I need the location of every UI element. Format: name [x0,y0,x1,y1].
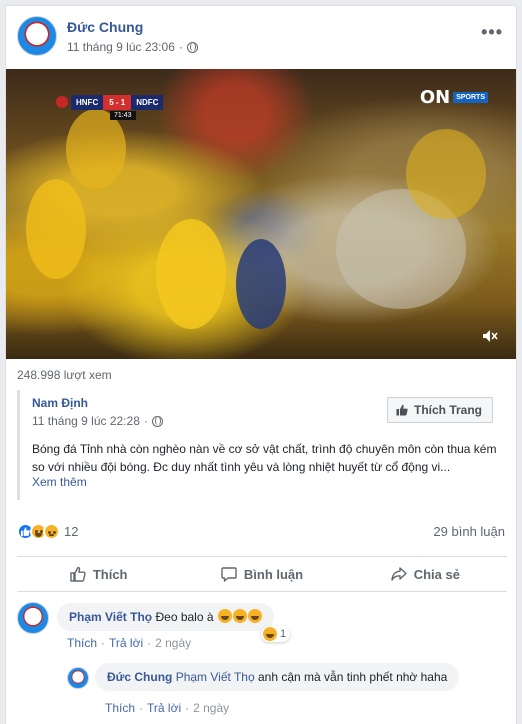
reply-bubble: Đức Chung Phạm Viết Thọ anh cận mà vẫn t… [95,663,460,691]
video-frame-figure [66,109,126,189]
like-button[interactable]: Thích [17,557,180,591]
home-team: HNFC [71,94,104,110]
video-frame-figure [156,219,226,329]
broadcaster-name: ON [419,87,451,108]
share-label: Chia sẻ [413,566,460,582]
away-team: NDFC [131,94,164,110]
post-author[interactable]: Đức Chung [67,19,143,35]
like-page-button[interactable]: Thích Trang [386,397,493,423]
reply-item: Đức Chung Phạm Viết Thọ anh cận mà vẫn t… [67,663,507,715]
commenter-avatar[interactable] [17,602,49,634]
view-count: 248.998 lượt xem [17,368,112,382]
rofl-emoji-icon [217,609,232,623]
comment-button[interactable]: Bình luận [180,557,343,591]
comment-reaction-badge[interactable]: 1 [261,626,291,642]
post-meta: 11 tháng 9 lúc 23:06 · [67,40,198,54]
sad-icon [43,523,60,540]
separator-dot: · [139,701,144,715]
league-logo-icon [56,96,68,108]
post-stats: 12 29 bình luận [17,522,507,542]
comment-time[interactable]: 2 ngày [155,636,191,650]
like-page-label: Thích Trang [413,403,482,417]
post-header: Đức Chung 11 tháng 9 lúc 23:06 · ••• [17,16,507,64]
comment-reaction-count: 1 [280,628,287,640]
reply-reply-link[interactable]: Trả lời [147,701,181,715]
comment-icon [221,567,237,582]
comment-actions: Thích · Trả lời · 2 ngày [67,636,191,650]
author-avatar[interactable] [17,16,57,56]
share-icon [390,567,407,581]
haha-mouth [35,533,42,537]
rofl-emoji-icon [247,609,262,623]
emoji-mouth [235,616,244,620]
video-frame-figure [26,179,86,279]
emoji-mouth [220,616,229,620]
replier-avatar[interactable] [67,667,89,689]
emoji-mouth [250,616,259,620]
broadcaster-tag: SPORTS [453,92,488,103]
reply-like-link[interactable]: Thích [105,701,135,715]
post-card: Đức Chung 11 tháng 9 lúc 23:06 · ••• HNF… [5,5,517,724]
share-button[interactable]: Chia sẻ [344,557,507,591]
video-frame-figure [236,239,286,329]
separator-dot: · [143,414,148,428]
separator-dot: · [185,701,190,715]
globe-icon [186,41,198,53]
shared-post-text: Bóng đá Tỉnh nhà còn nghèo nàn về cơ sở … [32,442,497,474]
comment-bubble: Phạm Viết Thọ Đeo balo à [57,603,274,631]
mute-icon[interactable] [482,329,498,343]
reply-mention[interactable]: Phạm Viết Thọ [176,670,255,684]
post-timestamp[interactable]: 11 tháng 9 lúc 23:06 [67,40,175,54]
comment-like-link[interactable]: Thích [67,636,97,650]
commenter-name[interactable]: Phạm Viết Thọ [69,610,152,624]
emoji-mouth [266,634,274,638]
match-clock: 71:43 [110,111,136,120]
reply-time[interactable]: 2 ngày [193,701,229,715]
see-more-link[interactable]: Xem thêm [32,475,87,489]
sad-mouth [49,534,54,536]
reply-actions: Thích · Trả lời · 2 ngày [105,701,229,715]
broadcaster-logo: ON SPORTS [420,87,488,108]
video-player[interactable]: HNFC 5 - 1 NDFC 71:43 ON SPORTS [6,69,516,359]
reaction-summary[interactable]: 12 [17,523,78,540]
comment-item: Phạm Viết Thọ Đeo balo à 1 Thích · Trả l… [17,602,507,652]
shared-post: Nam Định 11 tháng 9 lúc 22:28 · Thích Tr… [17,390,507,500]
haha-icon [263,627,277,641]
action-bar: Thích Bình luận Chia sẻ [17,556,507,592]
separator-dot: · [178,40,183,54]
scoreboard: HNFC 5 - 1 NDFC 71:43 [56,93,164,120]
separator-dot: · [147,636,152,650]
comment-label: Bình luận [243,566,304,582]
reaction-count: 12 [64,524,79,539]
comment-text: Đeo balo à [155,610,214,624]
more-options-button[interactable]: ••• [481,22,503,43]
thumbs-up-icon [396,404,408,416]
comment-reply-link[interactable]: Trả lời [109,636,143,650]
globe-icon [151,415,163,427]
comment-count[interactable]: 29 bình luận [433,524,505,539]
like-label: Thích [92,566,128,582]
shared-timestamp[interactable]: 11 tháng 9 lúc 22:28 [32,414,140,428]
shared-page-name[interactable]: Nam Định [32,396,88,410]
thumbs-up-icon [70,566,86,582]
rofl-emoji-icon [232,609,247,623]
sad-eye [53,531,56,534]
separator-dot: · [101,636,106,650]
score: 5 - 1 [103,94,132,110]
reply-text: anh cận mà vẫn tinh phết nhờ haha [257,670,448,684]
video-frame-figure [406,129,486,219]
replier-name[interactable]: Đức Chung [107,670,172,684]
shared-meta: 11 tháng 9 lúc 22:28 · [32,414,163,428]
